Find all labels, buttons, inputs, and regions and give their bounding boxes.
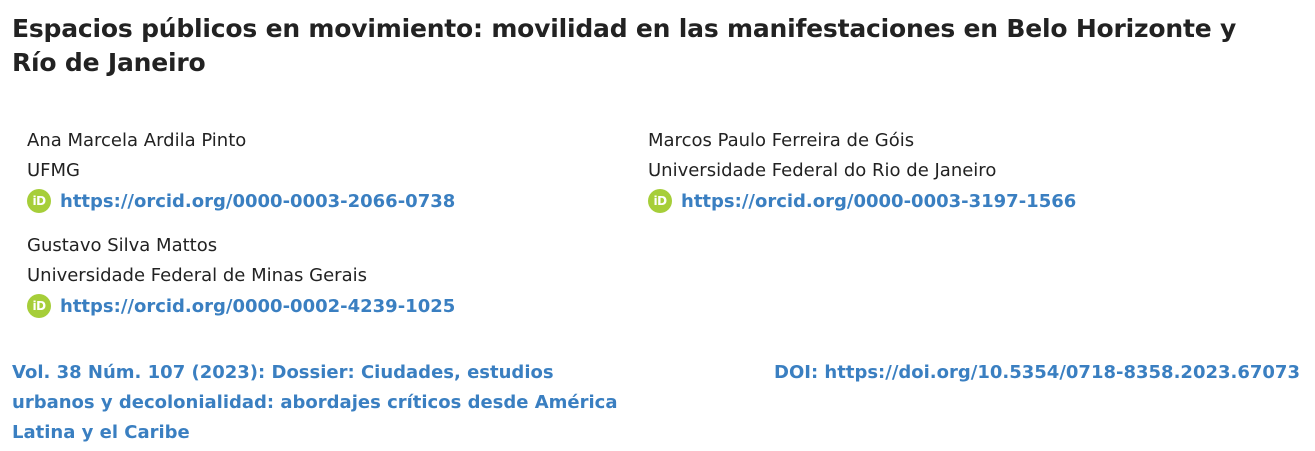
doi-label: DOI: xyxy=(774,362,819,383)
orcid-icon: iD xyxy=(648,189,672,213)
doi-link[interactable]: https://doi.org/10.5354/0718-8358.2023.6… xyxy=(824,362,1300,383)
orcid-row: iD https://orcid.org/0000-0003-3197-1566 xyxy=(648,186,1248,216)
doi: DOI: https://doi.org/10.5354/0718-8358.2… xyxy=(774,358,1300,388)
page-title: Espacios públicos en movimiento: movilid… xyxy=(12,14,1237,77)
orcid-row: iD https://orcid.org/0000-0002-4239-1025 xyxy=(27,291,627,321)
author-entry: Marcos Paulo Ferreira de Góis Universida… xyxy=(648,126,1248,216)
author-entry: Gustavo Silva Mattos Universidade Federa… xyxy=(27,231,627,321)
orcid-link[interactable]: https://orcid.org/0000-0003-3197-1566 xyxy=(681,191,1076,212)
orcid-link[interactable]: https://orcid.org/0000-0002-4239-1025 xyxy=(60,296,455,317)
author-affiliation: UFMG xyxy=(27,160,81,181)
orcid-row: iD https://orcid.org/0000-0003-2066-0738 xyxy=(27,186,627,216)
author-entry: Ana Marcela Ardila Pinto UFMG iD https:/… xyxy=(27,126,627,216)
orcid-icon: iD xyxy=(27,189,51,213)
author-name: Marcos Paulo Ferreira de Góis xyxy=(648,130,915,151)
author-affiliation: Universidade Federal do Rio de Janeiro xyxy=(648,160,997,181)
issue-link[interactable]: Vol. 38 Núm. 107 (2023): Dossier: Ciudad… xyxy=(12,358,622,448)
author-affiliation: Universidade Federal de Minas Gerais xyxy=(27,265,367,286)
orcid-icon: iD xyxy=(27,294,51,318)
orcid-link[interactable]: https://orcid.org/0000-0003-2066-0738 xyxy=(60,191,455,212)
author-name: Ana Marcela Ardila Pinto xyxy=(27,130,247,151)
author-name: Gustavo Silva Mattos xyxy=(27,235,218,256)
author-list: Ana Marcela Ardila Pinto UFMG iD https:/… xyxy=(27,126,1277,326)
